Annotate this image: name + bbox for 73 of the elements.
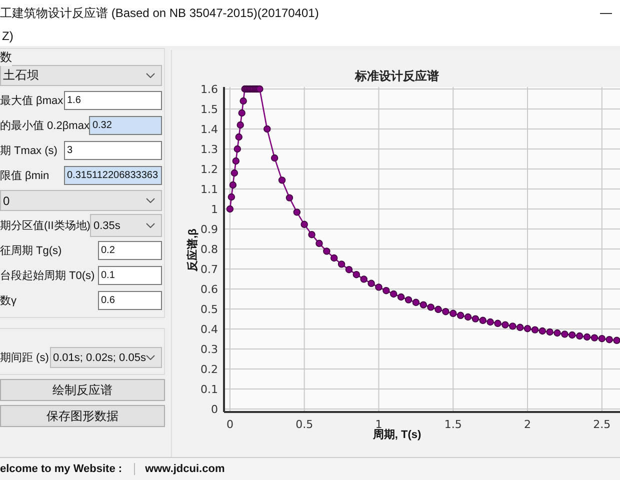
data-point (226, 205, 234, 213)
caret-icon (146, 198, 155, 203)
x-tick-label: 2 (524, 418, 532, 431)
dropdown[interactable]: 土石坝 (0, 65, 162, 86)
input-field[interactable]: 0.32 (89, 116, 162, 135)
y-tick-label: 1.1 (200, 183, 218, 196)
y-tick-label: 0.2 (200, 363, 218, 376)
data-point (293, 208, 300, 216)
y-tick-label: 0.5 (200, 303, 218, 316)
input-field[interactable]: 0.2 (98, 241, 162, 260)
y-tick-label: 0.9 (200, 223, 218, 236)
group-label: 数 (0, 49, 12, 66)
x-tick-label: 2.5 (593, 418, 611, 431)
data-point (234, 145, 241, 153)
input-field[interactable]: 1.6 (64, 91, 162, 110)
dropdown[interactable]: 0 (0, 190, 162, 211)
window-title: 工建筑物设计反应谱 (Based on NB 35047-2015)(20170401) (0, 4, 319, 22)
menu-item[interactable]: Z) (0, 29, 16, 43)
y-tick-label: 0.4 (200, 323, 218, 336)
x-tick-label: 0.5 (296, 418, 314, 431)
field-label: 限值 βmin (0, 169, 50, 183)
chart-title: 标准设计反应谱 (355, 69, 439, 83)
input-field[interactable]: 3 (64, 141, 162, 160)
y-tick-label: 0.1 (200, 383, 218, 396)
y-tick-label: 0.3 (200, 343, 218, 356)
data-point (236, 121, 244, 129)
caret-icon (146, 73, 155, 78)
x-axis-label: 周期, T(s) (372, 429, 422, 441)
dropdown[interactable]: 0.35s (90, 214, 162, 237)
input-field[interactable]: 0.315112206833363 (64, 166, 162, 185)
field-label: 台段起始周期 T0(s) (0, 269, 95, 283)
caret-icon (146, 355, 155, 360)
caret-icon (146, 223, 155, 228)
field-label: 征周期 Tg(s) (0, 244, 62, 258)
y-tick-label: 1.6 (200, 83, 218, 96)
data-point (238, 109, 246, 117)
save-data-button[interactable]: 保存图形数据 (0, 405, 165, 427)
y-tick-label: 1 (211, 203, 218, 216)
field-label: 数γ (0, 294, 16, 308)
x-tick-label: 1.5 (444, 418, 462, 431)
dropdown[interactable]: 0.01s; 0.02s; 0.05s (50, 347, 162, 368)
data-point (228, 193, 236, 201)
data-point (286, 194, 294, 202)
y-tick-label: 1.3 (200, 143, 218, 156)
field-label: 期分区值(II类场地) (0, 219, 90, 233)
field-label: 期 Tmax (s) (0, 144, 58, 158)
x-tick-label: 0 (226, 418, 234, 431)
y-tick-label: 0 (211, 403, 218, 416)
field-label: 最大值 βmax (0, 94, 64, 108)
minimize-icon[interactable] (600, 13, 612, 15)
data-point (270, 154, 278, 162)
input-field[interactable]: 0.1 (98, 266, 162, 285)
y-tick-label: 0.6 (200, 283, 218, 296)
y-tick-label: 0.8 (200, 243, 218, 256)
field-label: 期间距 (s) (0, 351, 49, 365)
y-tick-label: 0.7 (200, 263, 218, 276)
data-point (264, 125, 271, 133)
data-point (229, 181, 237, 189)
y-tick-label: 1.4 (200, 123, 218, 136)
data-point (300, 220, 308, 228)
y-tick-label: 1.5 (200, 103, 218, 116)
website-link[interactable]: www.jdcui.com (135, 463, 237, 475)
data-point (240, 97, 247, 105)
data-point (235, 133, 242, 141)
field-label: 的最小值 0.2βmax (0, 119, 90, 133)
data-point (232, 157, 240, 165)
data-point (278, 176, 286, 184)
data-point (230, 169, 238, 177)
y-axis-label: 反应谱,β (187, 228, 199, 272)
input-field[interactable]: 0.6 (98, 291, 162, 310)
y-tick-label: 1.2 (200, 163, 218, 176)
status-text: elcome to my Website : (0, 463, 136, 475)
plot-button[interactable]: 绘制反应谱 (0, 379, 165, 401)
